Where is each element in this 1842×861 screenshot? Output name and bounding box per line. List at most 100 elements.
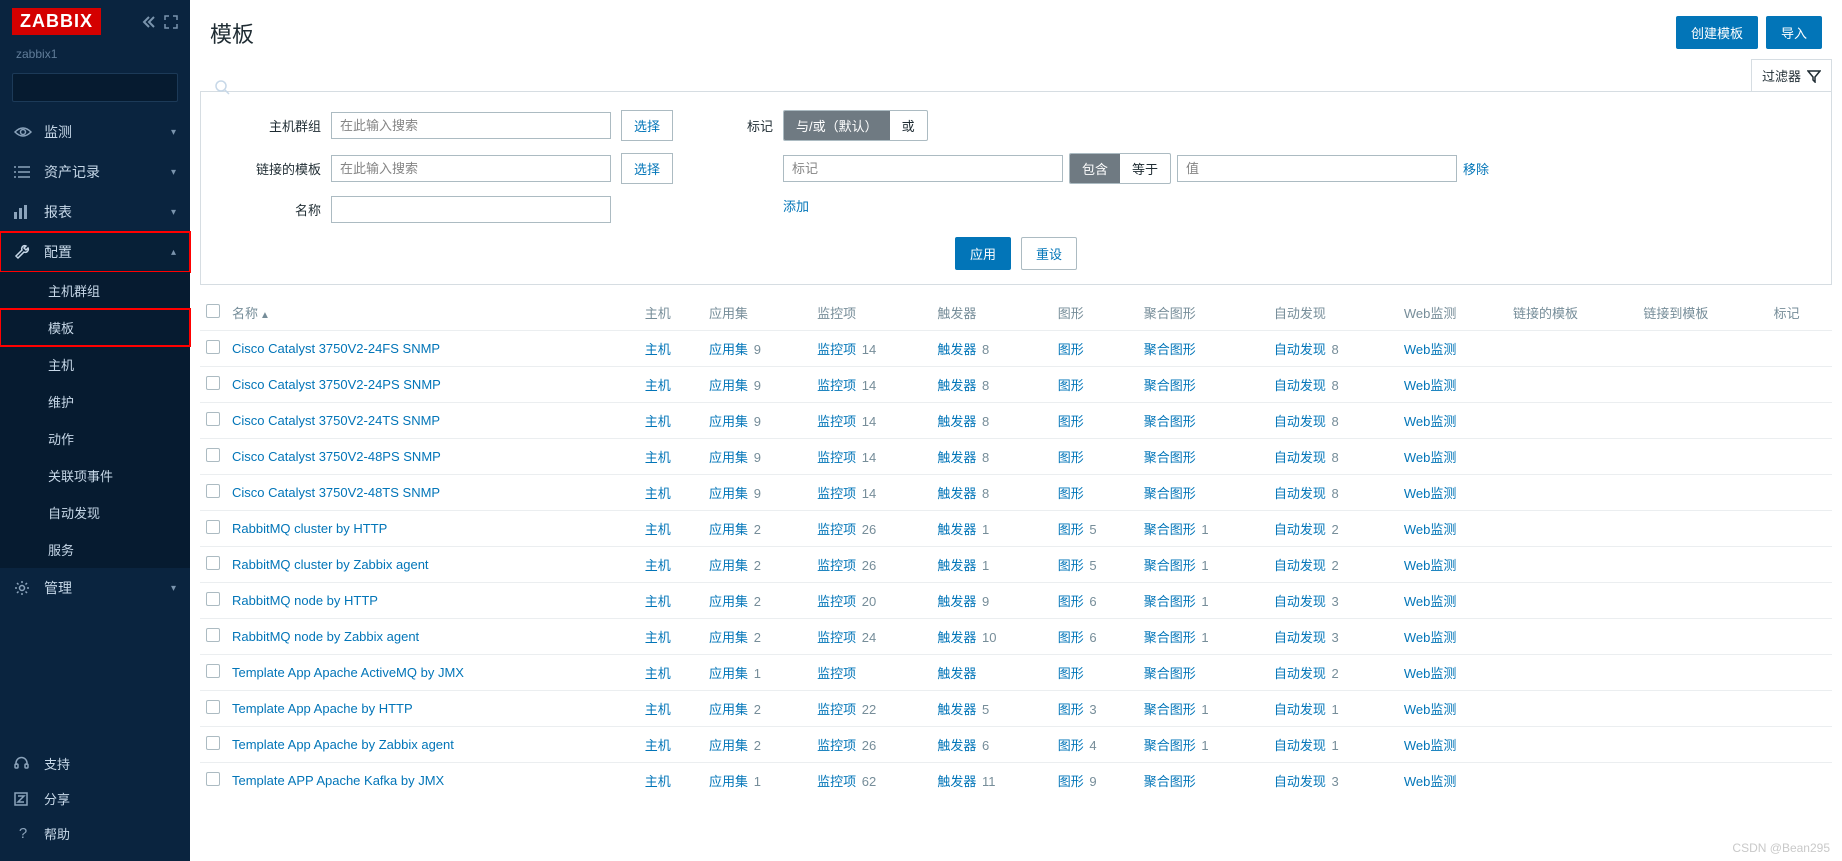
add-tag-link[interactable]: 添加 — [783, 196, 809, 215]
cell-link[interactable]: Web监测 — [1404, 414, 1457, 429]
cell-link[interactable]: 监控项 — [817, 738, 856, 753]
template-name-link[interactable]: Template App Apache by Zabbix agent — [232, 737, 454, 752]
cell-link[interactable]: 聚合图形 — [1144, 522, 1196, 537]
cell-link[interactable]: 主机 — [645, 522, 671, 537]
cell-link[interactable]: 聚合图形 — [1144, 414, 1196, 429]
sub-hosts[interactable]: 主机 — [0, 346, 190, 383]
cell-link[interactable]: 聚合图形 — [1144, 558, 1196, 573]
contains-option[interactable]: 包含 — [1070, 154, 1120, 183]
cell-link[interactable]: 自动发现 — [1274, 594, 1326, 609]
cell-link[interactable]: 触发器 — [937, 522, 976, 537]
cell-link[interactable]: Web监测 — [1404, 702, 1457, 717]
cell-link[interactable]: 图形 — [1058, 738, 1084, 753]
sub-templates[interactable]: 模板 — [0, 309, 190, 346]
import-button[interactable]: 导入 — [1766, 16, 1822, 49]
cell-link[interactable]: 触发器 — [937, 378, 976, 393]
cell-link[interactable]: 监控项 — [817, 522, 856, 537]
cell-link[interactable]: 聚合图形 — [1144, 594, 1196, 609]
cell-link[interactable]: 聚合图形 — [1144, 738, 1196, 753]
cell-link[interactable]: 聚合图形 — [1144, 774, 1196, 789]
cell-link[interactable]: 图形 — [1058, 594, 1084, 609]
cell-link[interactable]: 应用集 — [709, 378, 748, 393]
nav-help[interactable]: ? 帮助 — [0, 816, 190, 851]
cell-link[interactable]: 触发器 — [937, 702, 976, 717]
cell-link[interactable]: 聚合图形 — [1144, 342, 1196, 357]
cell-link[interactable]: 聚合图形 — [1144, 702, 1196, 717]
cell-link[interactable]: 触发器 — [937, 738, 976, 753]
cell-link[interactable]: Web监测 — [1404, 558, 1457, 573]
tag-value-input[interactable] — [1177, 155, 1457, 182]
cell-link[interactable]: 主机 — [645, 738, 671, 753]
tag-name-input[interactable] — [783, 155, 1063, 182]
row-checkbox[interactable] — [206, 484, 220, 498]
cell-link[interactable]: 应用集 — [709, 522, 748, 537]
cell-link[interactable]: 自动发现 — [1274, 666, 1326, 681]
cell-link[interactable]: 触发器 — [937, 774, 976, 789]
template-name-link[interactable]: Template App Apache ActiveMQ by JMX — [232, 665, 464, 680]
cell-link[interactable]: Web监测 — [1404, 594, 1457, 609]
andor-default-option[interactable]: 与/或（默认） — [784, 111, 890, 140]
cell-link[interactable]: 触发器 — [937, 414, 976, 429]
cell-link[interactable]: 主机 — [645, 774, 671, 789]
cell-link[interactable]: 图形 — [1058, 342, 1084, 357]
cell-link[interactable]: 图形 — [1058, 486, 1084, 501]
template-name-link[interactable]: Cisco Catalyst 3750V2-48PS SNMP — [232, 449, 441, 464]
cell-link[interactable]: 自动发现 — [1274, 522, 1326, 537]
select-all-checkbox[interactable] — [206, 304, 220, 318]
template-name-link[interactable]: RabbitMQ node by HTTP — [232, 593, 378, 608]
row-checkbox[interactable] — [206, 340, 220, 354]
row-checkbox[interactable] — [206, 448, 220, 462]
cell-link[interactable]: 自动发现 — [1274, 738, 1326, 753]
cell-link[interactable]: 主机 — [645, 342, 671, 357]
or-option[interactable]: 或 — [890, 111, 927, 140]
cell-link[interactable]: 触发器 — [937, 594, 976, 609]
operator-toggle[interactable]: 包含 等于 — [1069, 153, 1171, 184]
cell-link[interactable]: 自动发现 — [1274, 414, 1326, 429]
cell-link[interactable]: 应用集 — [709, 558, 748, 573]
remove-tag-link[interactable]: 移除 — [1463, 159, 1489, 178]
nav-configuration[interactable]: 配置 ▴ — [0, 232, 190, 272]
cell-link[interactable]: 触发器 — [937, 630, 976, 645]
cell-link[interactable]: Web监测 — [1404, 342, 1457, 357]
cell-link[interactable]: 监控项 — [817, 666, 856, 681]
cell-link[interactable]: 图形 — [1058, 522, 1084, 537]
cell-link[interactable]: 应用集 — [709, 738, 748, 753]
cell-link[interactable]: 自动发现 — [1274, 774, 1326, 789]
sub-actions[interactable]: 动作 — [0, 420, 190, 457]
template-name-link[interactable]: Cisco Catalyst 3750V2-48TS SNMP — [232, 485, 440, 500]
cell-link[interactable]: 图形 — [1058, 414, 1084, 429]
cell-link[interactable]: 触发器 — [937, 450, 976, 465]
row-checkbox[interactable] — [206, 700, 220, 714]
cell-link[interactable]: 主机 — [645, 450, 671, 465]
nav-administration[interactable]: 管理 ▾ — [0, 568, 190, 608]
cell-link[interactable]: 监控项 — [817, 486, 856, 501]
host-groups-select-button[interactable]: 选择 — [621, 110, 673, 141]
linked-templates-select-button[interactable]: 选择 — [621, 153, 673, 184]
nav-monitoring[interactable]: 监测 ▾ — [0, 112, 190, 152]
cell-link[interactable]: 主机 — [645, 378, 671, 393]
template-name-link[interactable]: RabbitMQ cluster by HTTP — [232, 521, 387, 536]
cell-link[interactable]: 图形 — [1058, 666, 1084, 681]
search-input[interactable] — [13, 74, 205, 101]
cell-link[interactable]: 图形 — [1058, 630, 1084, 645]
cell-link[interactable]: 触发器 — [937, 342, 976, 357]
cell-link[interactable]: 应用集 — [709, 774, 748, 789]
cell-link[interactable]: 图形 — [1058, 774, 1084, 789]
cell-link[interactable]: 主机 — [645, 594, 671, 609]
row-checkbox[interactable] — [206, 556, 220, 570]
cell-link[interactable]: 自动发现 — [1274, 342, 1326, 357]
template-name-link[interactable]: RabbitMQ cluster by Zabbix agent — [232, 557, 429, 572]
cell-link[interactable]: 主机 — [645, 702, 671, 717]
nav-share[interactable]: 分享 — [0, 781, 190, 816]
template-name-link[interactable]: Cisco Catalyst 3750V2-24FS SNMP — [232, 341, 440, 356]
nav-reports[interactable]: 报表 ▾ — [0, 192, 190, 232]
search-icon[interactable] — [205, 80, 240, 95]
cell-link[interactable]: 监控项 — [817, 630, 856, 645]
cell-link[interactable]: 应用集 — [709, 702, 748, 717]
cell-link[interactable]: Web监测 — [1404, 738, 1457, 753]
cell-link[interactable]: Web监测 — [1404, 450, 1457, 465]
cell-link[interactable]: 图形 — [1058, 450, 1084, 465]
cell-link[interactable]: 应用集 — [709, 630, 748, 645]
row-checkbox[interactable] — [206, 664, 220, 678]
cell-link[interactable]: 主机 — [645, 414, 671, 429]
